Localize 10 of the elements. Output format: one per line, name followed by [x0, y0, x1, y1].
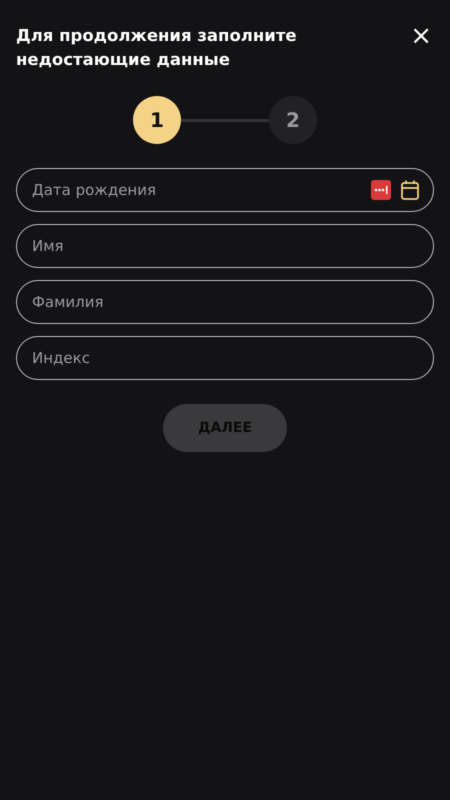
- password-manager-icon[interactable]: [371, 180, 391, 200]
- calendar-icon[interactable]: [401, 180, 419, 200]
- input-field[interactable]: Фамилия: [16, 280, 434, 324]
- step-indicator: 1: [133, 96, 181, 144]
- input-field[interactable]: Дата рождения: [16, 168, 434, 212]
- close-button[interactable]: ×: [406, 24, 432, 48]
- dialog-title: Для продолжения заполните недостающие данные: [16, 25, 298, 71]
- step-indicator: 2: [269, 96, 317, 144]
- input-field[interactable]: Индекс: [16, 336, 434, 380]
- input-field[interactable]: Имя: [16, 224, 434, 268]
